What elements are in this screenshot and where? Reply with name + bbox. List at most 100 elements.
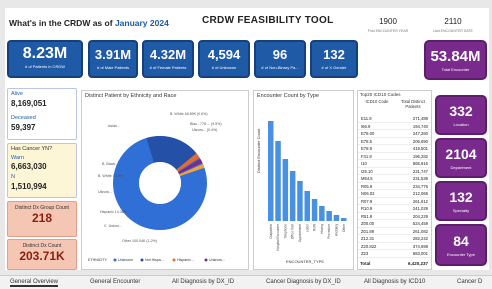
kpi-label: # of Male Patients <box>96 65 130 70</box>
card-label: Specialty <box>452 208 470 213</box>
legend-item: Hispanic... <box>177 258 194 262</box>
donut-title: Distinct Patient by Ethnicity and Race <box>85 93 177 99</box>
icd10-code: Z12.31 <box>361 236 375 241</box>
title-prefix: What's in the CRDW as of <box>9 18 113 28</box>
donut-label: Uknow... (0.4%) <box>192 128 217 132</box>
tab-all-diagnosis-dx[interactable]: All Diagnosis by DX_ID <box>172 279 234 285</box>
cancer-warn-value: 6,663,030 <box>11 162 47 171</box>
icd10-code: I25.10 <box>361 168 373 174</box>
patient-count: 241,029 <box>412 206 428 211</box>
kpi-nonbinary[interactable]: 96 # of Non-Binary Pa... <box>254 40 306 78</box>
location-card[interactable]: 332 Location <box>435 95 487 135</box>
alive-value: 8,169,051 <box>11 99 47 108</box>
donut-chart[interactable]: B. White 48.89K (0.6%) Blac.. 778 ... (9… <box>82 101 248 266</box>
kpi-value: 53.84M <box>430 48 481 65</box>
bar <box>304 191 310 221</box>
cancer-warn-label: Warn <box>11 155 24 161</box>
table-row: E11.9 271,489 <box>358 115 431 123</box>
patient-count: 234,776 <box>412 183 428 189</box>
page-title: What's in the CRDW as of January 2024 <box>9 18 169 28</box>
x-tick-label: Procedure <box>327 224 331 239</box>
card-label: Department <box>450 165 472 170</box>
patient-count: 194,740 <box>412 123 428 129</box>
table-row: E78.00 247,260 <box>358 130 431 138</box>
tab-general-overview[interactable]: General Overview <box>10 279 59 287</box>
kpi-value: 96 <box>272 47 288 62</box>
table-total-label: Total <box>360 261 371 266</box>
donut-label: Uknow... <box>98 190 112 194</box>
dx-count-card: Distinct Dx Count 203.71K <box>7 239 77 270</box>
donut-label: Other 100.04K (1.2%) <box>122 239 157 243</box>
x-tick-label: Outpatient <box>269 224 273 239</box>
table-row: R05.9 234,776 <box>358 183 431 190</box>
bar <box>326 211 332 221</box>
patient-count: 282,242 <box>412 236 428 241</box>
cancer-n-value: 1,510,994 <box>11 182 47 191</box>
kpi-value: 8.23M <box>22 45 68 62</box>
donut-label: B. White 48.89K (0.6%) <box>170 112 208 116</box>
kpi-female[interactable]: 4.32M # of Female Patients <box>142 40 194 78</box>
x-tick-label: Appointment <box>298 224 302 242</box>
icd10-code: M54.5 <box>361 176 373 181</box>
deceased-value: 59,397 <box>11 123 36 132</box>
table-row: Z01.89 261,082 <box>358 228 431 235</box>
table-row: Z00.00 524,459 <box>358 220 431 228</box>
department-card[interactable]: 2104 Department <box>435 138 487 178</box>
tab-all-diagnosis-icd10[interactable]: All Diagnosis by ICD10 <box>364 279 425 285</box>
legend-dot <box>204 258 208 262</box>
cancer-n-label: N <box>11 174 15 180</box>
first-year-label: First ENCOUNTER YEAR <box>367 29 409 33</box>
tab-cancer-diagnosis-dx[interactable]: Cancer Diagnosis by DX_ID <box>266 279 341 285</box>
bar <box>297 181 303 221</box>
patient-count: 865,916 <box>412 161 428 166</box>
patient-count: 231,536 <box>412 176 428 181</box>
donut-panel: Distinct Patient by Ethnicity and Race B… <box>81 90 249 270</box>
kpi-total-encounter[interactable]: 53.84M Total Encounter <box>424 40 487 80</box>
table-row: R07.9 261,612 <box>358 198 431 205</box>
kpi-male[interactable]: 3.91M # of Male Patients <box>88 40 138 78</box>
patient-count: 524,459 <box>412 221 428 226</box>
tab-general-encounter[interactable]: General Encounter <box>90 279 140 285</box>
icd10-code: I66.9 <box>361 123 371 129</box>
first-year-value: 1900 <box>379 17 397 26</box>
kpi-value: 3.91M <box>94 47 132 62</box>
encounter-bar-chart[interactable]: Distinct Encounter Count ENCOUNTER_TYPE … <box>254 101 353 269</box>
cancer-label: Has Cancer YN? <box>11 146 53 152</box>
table-col-patients: Total Distinct Patients <box>401 99 425 109</box>
donut-label: Blac.. 778 ... (9.5%) <box>190 122 222 126</box>
icd10-code: I10 <box>361 161 367 166</box>
patient-count: 374,698 <box>412 243 428 249</box>
donut-label: Asian... <box>108 124 120 128</box>
kpi-unknown[interactable]: 4,594 # of Unknown <box>198 40 250 78</box>
alive-label: Alive <box>11 91 23 97</box>
icd10-code: Z23 <box>361 251 369 256</box>
legend-item: Unknown <box>118 258 133 262</box>
encounter-type-card[interactable]: 84 Encounter Type <box>435 224 487 266</box>
donut-label: Hispanic 14.38% <box>100 210 128 214</box>
x-tick-label: Other <box>342 223 346 232</box>
alive-deceased-card: Alive 8,169,051 Deceased 59,397 <box>7 88 77 140</box>
bar-title: Encounter Count by Type <box>257 93 319 99</box>
card-label: Encounter Type <box>447 252 475 257</box>
last-year-value: 2110 <box>444 17 462 26</box>
patient-count: 206,690 <box>412 138 428 144</box>
icd10-code: E11.9 <box>361 116 372 121</box>
kpi-label: # of Unknown <box>211 65 237 70</box>
tab-cancer-d[interactable]: Cancer D <box>457 279 482 285</box>
dx-group-card: Distinct Dx Group Count 218 <box>7 201 77 237</box>
x-tick-label: Ancillary <box>334 224 338 236</box>
bar <box>282 159 289 221</box>
app-title: CRDW FEASIBILITY TOOL <box>202 15 334 26</box>
legend-dot <box>172 258 176 262</box>
card-value: 332 <box>449 103 473 119</box>
kpi-patients[interactable]: 8.23M # of Patients in CRDW <box>7 40 83 78</box>
donut-label: B. Black... <box>102 162 118 166</box>
card-value: 132 <box>449 189 473 205</box>
last-year-label: Last ENCOUNTER DATE <box>433 29 473 33</box>
table-title: Top20 ICD10 Codes <box>360 92 401 97</box>
kpi-x-gender[interactable]: 132 # of X Gender <box>310 40 358 78</box>
table-row: R10.9 241,029 <box>358 205 431 213</box>
specialty-card[interactable]: 132 Specialty <box>435 181 487 221</box>
icd10-code: E78.00 <box>361 131 375 136</box>
patient-count: 231,747 <box>412 168 428 174</box>
